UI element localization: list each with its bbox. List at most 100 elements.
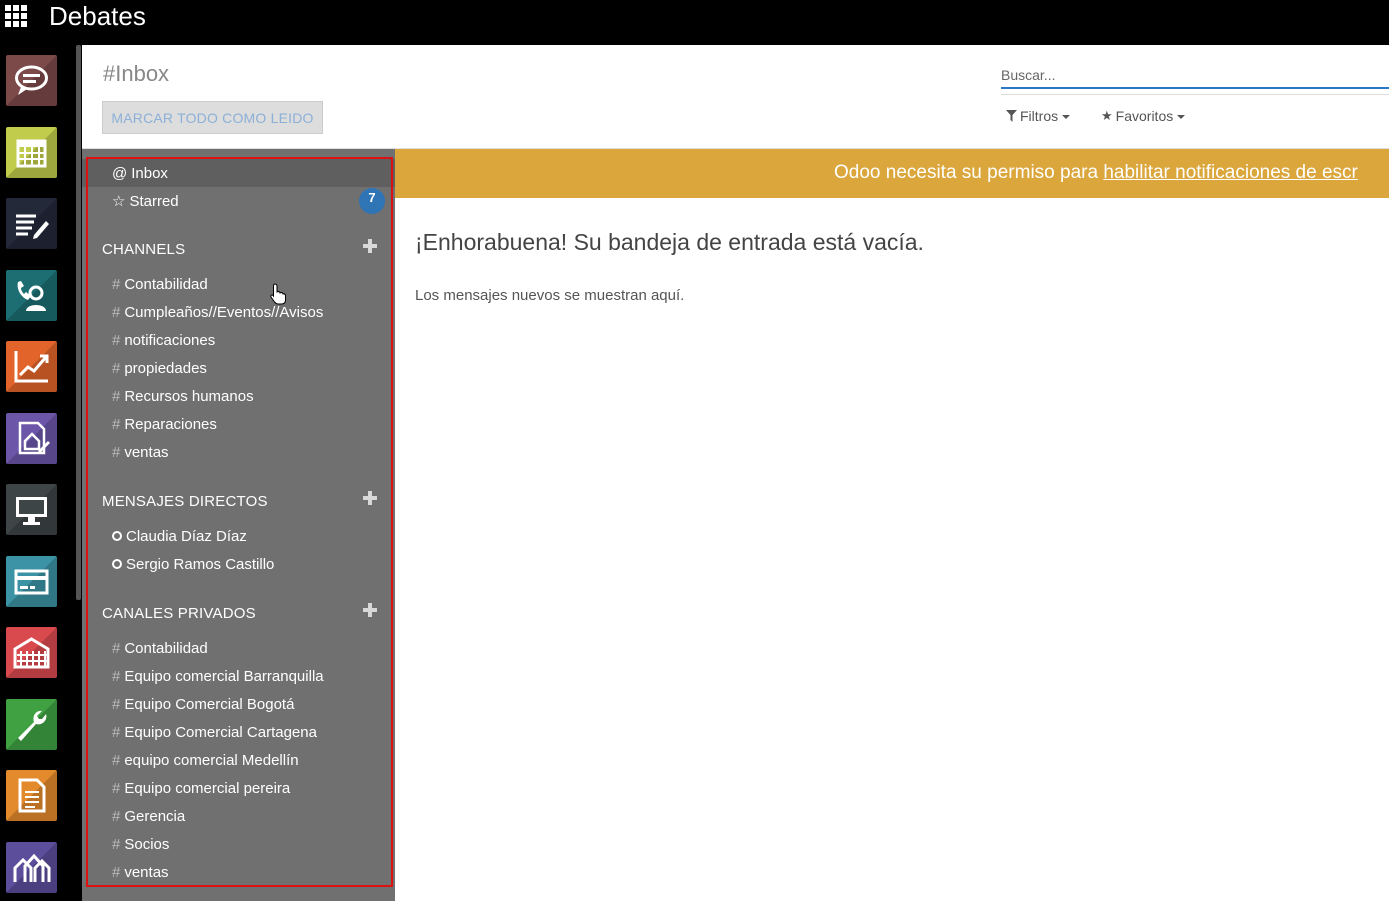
sidebar-item-label: Equipo comercial Barranquilla — [124, 667, 324, 685]
status-offline-icon — [112, 559, 122, 569]
hash-icon: # — [112, 695, 121, 713]
calendar-icon — [16, 139, 47, 168]
add-direct-message-icon[interactable] — [363, 491, 377, 505]
hash-icon: # — [112, 835, 121, 853]
sidebar-item-label: Gerencia — [124, 807, 186, 825]
discuss-app[interactable] — [6, 55, 57, 106]
realestate-app[interactable] — [6, 842, 57, 893]
at-icon: @ — [112, 164, 128, 182]
calendar-app[interactable] — [6, 127, 57, 178]
channel-item[interactable]: # Cumpleaños//Eventos//Avisos — [82, 298, 395, 326]
sidebar-item-label: Sergio Ramos Castillo — [126, 555, 275, 573]
trend-chart-icon — [14, 351, 49, 383]
sidebar-item-label: Recursos humanos — [124, 387, 254, 405]
hash-icon: # — [112, 303, 121, 321]
search-divider — [1001, 94, 1389, 95]
sidebar-item-label: Claudia Díaz Díaz — [126, 527, 247, 545]
mark-all-read-button[interactable]: MARCAR TODO COMO LEIDO — [102, 101, 323, 134]
sidebar-item-label: propiedades — [124, 359, 207, 377]
sidebar-item-label: Cumpleaños//Eventos//Avisos — [124, 303, 324, 321]
warehouse-icon — [13, 637, 50, 669]
filter-icon — [1006, 110, 1017, 122]
favorites-dropdown[interactable]: ★ Favoritos — [1101, 108, 1186, 124]
hash-icon: # — [112, 807, 121, 825]
star-outline-icon: ☆ — [112, 193, 126, 210]
hash-icon: # — [112, 779, 121, 797]
hash-icon: # — [112, 387, 121, 405]
empty-inbox-title: ¡Enhorabuena! Su bandeja de entrada está… — [415, 229, 924, 255]
direct-message-item[interactable]: Claudia Díaz Díaz — [82, 522, 395, 550]
direct-message-item[interactable]: Sergio Ramos Castillo — [82, 550, 395, 578]
channel-item[interactable]: # ventas — [82, 438, 395, 466]
document-icon — [18, 778, 46, 813]
channel-item[interactable]: # propiedades — [82, 354, 395, 382]
sidebar-item-label: Starred — [129, 192, 179, 210]
settings-app[interactable] — [6, 699, 57, 750]
notes-edit-icon — [16, 214, 49, 239]
sidebar-item-label: Equipo Comercial Cartagena — [124, 723, 317, 741]
add-private-channel-icon[interactable] — [363, 603, 377, 617]
rail-scrollbar[interactable] — [76, 45, 81, 600]
apps-menu-icon[interactable] — [5, 5, 27, 27]
notes-app[interactable] — [6, 198, 57, 249]
add-channel-icon[interactable] — [363, 239, 377, 253]
filters-dropdown[interactable]: Filtros — [1006, 108, 1071, 124]
sidebar-item-inbox[interactable]: @ Inbox — [82, 159, 395, 187]
sidebar-item-label: Contabilidad — [124, 639, 208, 657]
channel-item[interactable]: # Reparaciones — [82, 410, 395, 438]
search-input[interactable] — [1001, 63, 1389, 87]
documents-app[interactable] — [6, 770, 57, 821]
channel-item[interactable]: # Equipo comercial Barranquilla — [82, 662, 395, 690]
website-app[interactable] — [6, 484, 57, 535]
notice-text: Odoo necesita su permiso para — [834, 162, 1099, 183]
inventory-app[interactable] — [6, 627, 57, 678]
wrench-icon — [18, 710, 47, 741]
channel-item[interactable]: # Equipo comercial pereira — [82, 774, 395, 802]
private-channels-header: CANALES PRIVADOS — [102, 605, 256, 622]
houses-icon — [13, 853, 51, 882]
notification-permission-banner: Odoo necesita su permiso para habilitar … — [395, 149, 1389, 198]
chat-bubble-icon — [15, 65, 48, 95]
search-box — [1001, 63, 1389, 89]
payments-app[interactable] — [6, 556, 57, 607]
hash-icon: # — [112, 331, 121, 349]
hash-icon: # — [112, 667, 121, 685]
hash-icon: # — [112, 415, 121, 433]
sidebar-item-label: Contabilidad — [124, 275, 208, 293]
top-bar: Debates — [0, 0, 1389, 45]
channel-item[interactable]: # Equipo Comercial Cartagena — [82, 718, 395, 746]
channel-item[interactable]: # Contabilidad — [82, 270, 395, 298]
property-app[interactable] — [6, 413, 57, 464]
monitor-icon — [16, 497, 47, 525]
star-icon: ★ — [1101, 108, 1113, 123]
channel-item[interactable]: # Recursos humanos — [82, 382, 395, 410]
credit-card-icon — [14, 569, 49, 595]
channel-item[interactable]: # Contabilidad — [82, 634, 395, 662]
channel-item[interactable]: # ventas — [82, 858, 395, 886]
sidebar-item-starred[interactable]: ☆ Starred — [82, 187, 395, 215]
hash-icon: # — [112, 751, 121, 769]
channel-item[interactable]: # Gerencia — [82, 802, 395, 830]
sidebar-item-label: equipo comercial Medellín — [124, 751, 299, 769]
house-edit-icon — [18, 421, 50, 455]
sidebar-item-label: Reparaciones — [124, 415, 217, 433]
sidebar-item-label: ventas — [124, 863, 169, 881]
hash-icon: # — [112, 863, 121, 881]
enable-notifications-link[interactable]: habilitar notificaciones de escr — [1103, 162, 1358, 183]
control-panel: #Inbox MARCAR TODO COMO LEIDO Filtros ★ … — [82, 45, 1389, 149]
hash-icon: # — [112, 639, 121, 657]
channel-item[interactable]: # Equipo Comercial Bogotá — [82, 690, 395, 718]
favorites-label: Favoritos — [1115, 108, 1174, 124]
sidebar-item-label: ventas — [124, 443, 169, 461]
starred-count-badge: 7 — [359, 188, 385, 214]
channel-item[interactable]: # Socios — [82, 830, 395, 858]
channel-item[interactable]: # equipo comercial Medellín — [82, 746, 395, 774]
app-title: Debates — [49, 1, 146, 31]
hand-pointer-cursor-icon — [270, 283, 286, 305]
direct-messages-header: MENSAJES DIRECTOS — [102, 493, 268, 510]
channel-item[interactable]: # notificaciones — [82, 326, 395, 354]
contacts-app[interactable] — [6, 270, 57, 321]
crm-app[interactable] — [6, 341, 57, 392]
filters-label: Filtros — [1020, 108, 1059, 124]
contact-phone-icon — [17, 281, 46, 311]
